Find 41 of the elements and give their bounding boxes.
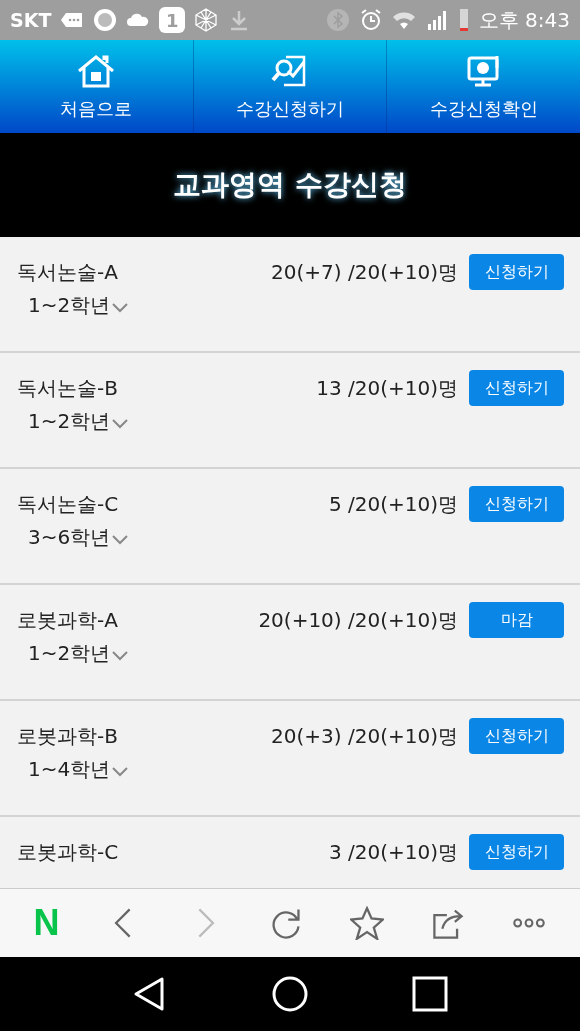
apply-button[interactable]: 신청하기 [469,718,564,754]
enrollment-count: 20(+7) /20(+10)명 [271,259,458,286]
reload-icon[interactable] [269,906,303,940]
enrollment-count: 20(+10) /20(+10)명 [258,607,458,634]
chevron-down-icon[interactable] [112,418,129,429]
chevron-down-icon[interactable] [112,534,129,545]
enrollment-count: 3 /20(+10)명 [328,839,458,866]
round-logo-icon [93,8,118,32]
course-name: 로봇과학-A [17,607,118,634]
recents-square-icon[interactable] [412,976,448,1012]
course-name: 독서논술-C [17,491,119,518]
grade-range: 1~2학년 [28,292,111,319]
grade-range: 1~2학년 [28,640,111,667]
battery-icon [457,8,470,32]
course-name: 로봇과학-B [17,723,118,750]
app-icon: 1 [159,7,186,33]
enrollment-count: 5 /20(+10)명 [328,491,458,518]
apply-button[interactable]: 신청하기 [469,254,564,290]
enrollment-count: 13 /20(+10)명 [316,375,458,402]
grade-range: 1~2학년 [28,408,111,435]
chevron-down-icon[interactable] [112,302,129,313]
clock-time: 오후 8:43 [478,6,570,34]
apply-button[interactable]: 신청하기 [469,370,564,406]
nav-tab[interactable]: 수강신청확인 [387,40,580,133]
apply-button[interactable]: 신청하기 [469,834,564,870]
apply-button[interactable]: 신청하기 [469,486,564,522]
grid-icon [194,8,219,32]
course-name: 독서논술-B [17,375,118,402]
apply-button[interactable]: 마감 [469,602,564,638]
star-icon[interactable] [350,906,385,940]
home-circle-icon[interactable] [272,976,308,1012]
enrollment-count: 20(+3) /20(+10)명 [271,723,458,750]
browser-logo[interactable]: N [33,902,60,944]
grade-range: 1~4학년 [28,756,111,783]
course-name: 로봇과학-C [17,839,119,866]
chevron-down-icon[interactable] [112,766,129,777]
carrier-name: SKT [10,9,52,31]
course-name: 독서논술-A [17,259,118,286]
chevron-down-icon[interactable] [112,650,129,661]
page-title: 교과영역 수강신청 [173,167,407,203]
grade-range: 3~6학년 [28,524,111,551]
